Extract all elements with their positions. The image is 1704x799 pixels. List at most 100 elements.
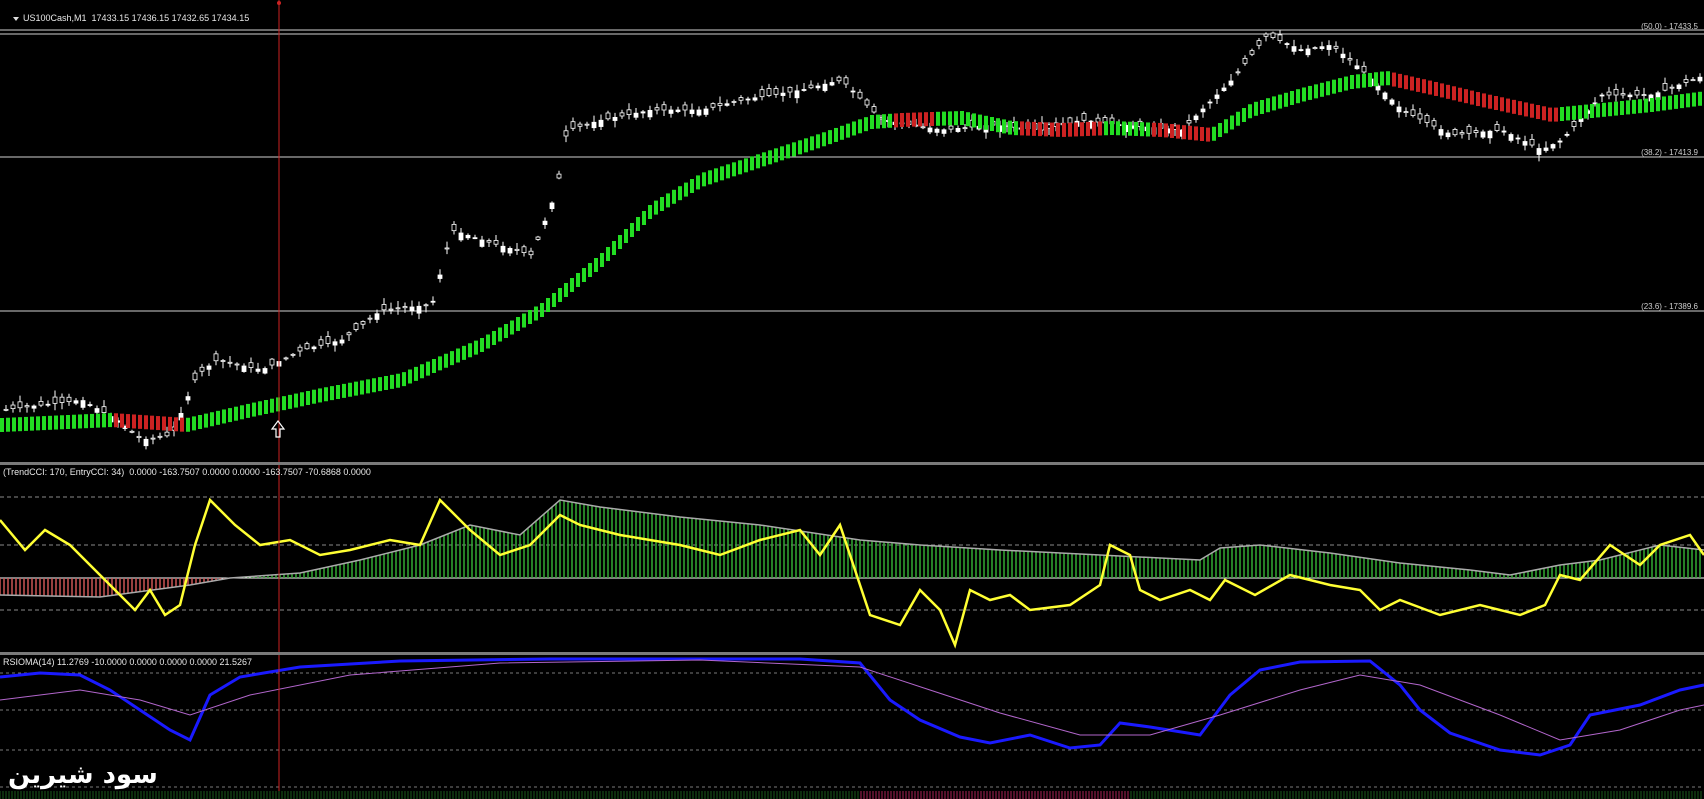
- trend-ribbon-segment: [714, 168, 718, 183]
- trend-ribbon-segment: [1446, 84, 1450, 99]
- trend-ribbon-segment: [1302, 87, 1306, 102]
- trend-ribbon-segment: [858, 119, 862, 134]
- trend-ribbon-segment: [126, 414, 130, 429]
- candle-body: [619, 112, 625, 117]
- candle-body: [1298, 49, 1304, 51]
- candle-body: [486, 240, 492, 243]
- trend-ribbon-segment: [690, 179, 694, 193]
- candle-body: [521, 246, 527, 254]
- trend-ribbon-segment: [612, 241, 616, 255]
- cci-indicator-pane[interactable]: (TrendCCI: 170, EntryCCI: 34) 0.0000 -16…: [0, 465, 1704, 652]
- trend-ribbon-segment: [42, 416, 46, 431]
- trend-ribbon-segment: [48, 415, 52, 430]
- candle-body: [402, 306, 408, 309]
- trend-ribbon-segment: [1326, 81, 1330, 96]
- trend-ribbon-segment: [738, 160, 742, 175]
- chevron-down-icon[interactable]: [13, 16, 20, 21]
- trend-ribbon-segment: [174, 417, 178, 432]
- candle-body: [724, 103, 730, 106]
- candle-body: [1494, 124, 1500, 131]
- candle-body: [1326, 45, 1332, 50]
- trend-ribbon-segment: [558, 288, 562, 302]
- trend-ribbon-segment: [312, 389, 316, 404]
- candle-body: [605, 112, 611, 120]
- trend-ribbon-segment: [216, 410, 220, 425]
- price-chart-canvas[interactable]: [0, 0, 1704, 462]
- trend-ribbon-segment: [942, 111, 946, 126]
- candle-body: [948, 125, 954, 130]
- trend-ribbon-segment: [360, 380, 364, 395]
- price-chart-pane[interactable]: US100Cash,M1 17433.15 17436.15 17432.65 …: [0, 0, 1704, 462]
- trend-ribbon-segment: [1296, 89, 1300, 104]
- trend-ribbon-segment: [420, 364, 424, 379]
- candle-body: [1081, 113, 1087, 121]
- candle-body: [787, 86, 793, 93]
- candle-body: [227, 361, 233, 364]
- candle-body: [1382, 92, 1388, 100]
- trend-ribbon-segment: [678, 186, 682, 201]
- trend-ribbon-segment: [456, 348, 460, 363]
- candle-body: [94, 408, 100, 413]
- candle-body: [101, 406, 107, 413]
- candle-body: [955, 127, 961, 132]
- trend-ribbon-segment: [600, 253, 604, 267]
- trend-ribbon-segment: [1626, 100, 1630, 115]
- candle-body: [682, 104, 688, 111]
- trend-ribbon-segment: [1512, 99, 1516, 114]
- candle-body: [808, 84, 814, 89]
- trend-ribbon-segment: [108, 413, 112, 428]
- trend-ribbon-segment: [750, 156, 754, 171]
- candle-body: [10, 404, 16, 410]
- trend-ribbon-segment: [630, 223, 634, 237]
- candle-body: [689, 109, 695, 114]
- candle-body: [1200, 108, 1206, 113]
- trend-ribbon-segment: [282, 396, 286, 411]
- trend-ribbon-segment: [954, 111, 958, 126]
- candle-body: [1361, 65, 1367, 73]
- trend-ribbon-segment: [1242, 108, 1246, 122]
- trend-ribbon-segment: [1380, 71, 1384, 86]
- candle-body: [325, 336, 331, 344]
- candle-body: [822, 83, 828, 91]
- candle-body: [843, 77, 849, 85]
- trend-ribbon-segment: [1644, 98, 1648, 113]
- rsioma-indicator-pane[interactable]: RSIOMA(14) 11.2769 -10.0000 0.0000 0.000…: [0, 655, 1704, 799]
- trend-ribbon-segment: [1440, 83, 1444, 98]
- trend-ribbon-segment: [996, 118, 1000, 133]
- candle-body: [1697, 76, 1703, 82]
- candle-body: [3, 408, 9, 411]
- trend-ribbon-segment: [1434, 81, 1438, 96]
- candle-body: [1312, 47, 1318, 49]
- candle-body: [73, 400, 79, 404]
- trend-ribbon-segment: [498, 327, 502, 342]
- trend-ribbon-segment: [1476, 92, 1480, 107]
- trend-ribbon-segment: [1536, 105, 1540, 119]
- trend-ribbon-segment: [1038, 122, 1042, 137]
- trend-ribbon-segment: [138, 414, 142, 429]
- trend-ribbon-segment: [306, 391, 310, 405]
- candle-body: [1571, 121, 1577, 127]
- trend-ribbon-segment: [1068, 122, 1072, 137]
- trend-ribbon-segment: [1236, 111, 1240, 126]
- trend-ribbon-segment: [1278, 94, 1282, 109]
- trend-ribbon-segment: [198, 415, 202, 429]
- trend-ribbon-segment: [234, 406, 238, 421]
- candle-body: [1270, 32, 1276, 38]
- candle-body: [248, 362, 254, 368]
- candle-body: [1564, 133, 1570, 136]
- rsioma-indicator-canvas[interactable]: [0, 655, 1704, 799]
- candle-body: [556, 173, 562, 179]
- cci-indicator-canvas[interactable]: [0, 465, 1704, 652]
- trend-ribbon-segment: [1200, 127, 1204, 141]
- trend-ribbon-segment: [1560, 107, 1564, 121]
- trend-ribbon-segment: [366, 379, 370, 394]
- trend-ribbon-segment: [6, 417, 10, 432]
- trend-ribbon-segment: [1086, 121, 1090, 136]
- candle-body: [388, 308, 394, 311]
- trend-ribbon-segment: [1542, 106, 1546, 121]
- candle-body: [1347, 58, 1353, 61]
- candle-body: [1410, 109, 1416, 116]
- candle-body: [1333, 45, 1339, 49]
- trend-ribbon-segment: [1620, 101, 1624, 115]
- trend-ribbon-segment: [1194, 126, 1198, 141]
